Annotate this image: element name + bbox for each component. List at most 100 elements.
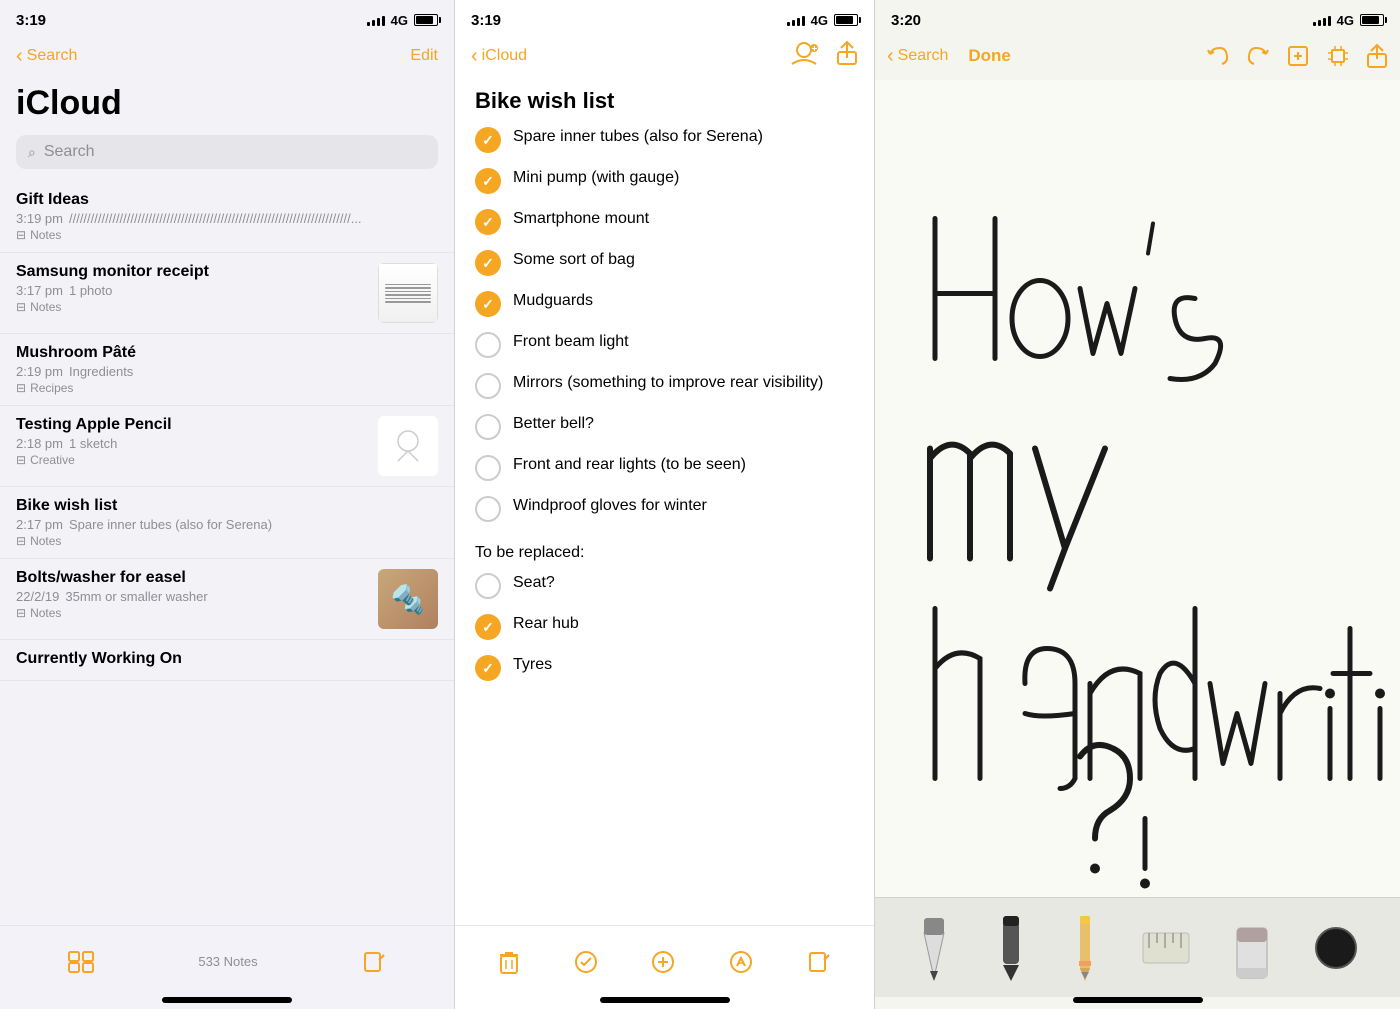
- note-item-gift-ideas[interactable]: Gift Ideas 3:19 pm /////////////////////…: [0, 181, 454, 253]
- compose-icon-mid[interactable]: [807, 950, 831, 974]
- bottom-bar-left: 533 Notes: [0, 925, 454, 997]
- search-bar[interactable]: ⌕ Search: [16, 135, 438, 169]
- pencil-tool[interactable]: [1070, 913, 1100, 983]
- new-note-button[interactable]: [362, 950, 386, 974]
- checklist-item[interactable]: ✓ Tyres: [475, 654, 854, 681]
- note-time: 3:19 pm: [16, 211, 63, 226]
- home-indicator-mid: [600, 997, 730, 1003]
- note-folder: ⊟ Creative: [16, 453, 366, 467]
- check-text: Smartphone mount: [513, 208, 854, 230]
- share-people-icon[interactable]: +: [790, 40, 820, 72]
- check-circle-checked[interactable]: ✓: [475, 250, 501, 276]
- check-circle-checked[interactable]: ✓: [475, 655, 501, 681]
- color-selector[interactable]: [1313, 925, 1359, 971]
- check-text: Mirrors (something to improve rear visib…: [513, 372, 854, 394]
- note-preview-text: 35mm or smaller washer: [65, 589, 207, 604]
- undo-icon[interactable]: [1206, 44, 1230, 68]
- nav-bar-left: ‹ Search Edit: [0, 36, 454, 80]
- note-item-bolts[interactable]: Bolts/washer for easel 22/2/19 35mm or s…: [0, 559, 454, 640]
- delete-icon[interactable]: [498, 949, 520, 975]
- redo-icon[interactable]: [1246, 44, 1270, 68]
- search-icon: ⌕: [28, 144, 36, 161]
- nav-left-right: ‹ Search Done: [887, 45, 1011, 68]
- share-icon[interactable]: [836, 40, 858, 72]
- note-folder: ⊟ Recipes: [16, 381, 438, 395]
- checklist-item[interactable]: ✓ Mini pump (with gauge): [475, 167, 854, 194]
- share-icon-right[interactable]: [1366, 43, 1388, 69]
- checklist-item[interactable]: Front and rear lights (to be seen): [475, 454, 854, 481]
- checklist-icon[interactable]: [574, 950, 598, 974]
- back-button-right[interactable]: ‹ Search: [887, 45, 948, 68]
- nav-icons-mid: +: [790, 40, 858, 72]
- check-circle-checked[interactable]: ✓: [475, 291, 501, 317]
- signal-icon-mid: [787, 14, 805, 26]
- note-preview-text: ////////////////////////////////////////…: [69, 211, 362, 226]
- note-preview-text: Ingredients: [69, 364, 133, 379]
- network-type-left: 4G: [391, 13, 408, 28]
- check-circle-checked[interactable]: ✓: [475, 168, 501, 194]
- check-circle-unchecked[interactable]: [475, 332, 501, 358]
- ruler-tool[interactable]: [1141, 913, 1191, 983]
- check-circle-unchecked[interactable]: [475, 373, 501, 399]
- check-text: Seat?: [513, 572, 854, 594]
- checklist-item[interactable]: ✓ Smartphone mount: [475, 208, 854, 235]
- checkmark-icon: ✓: [482, 660, 494, 677]
- status-icons-mid: 4G: [787, 13, 858, 28]
- checklist-item[interactable]: ✓ Rear hub: [475, 613, 854, 640]
- note-photo-count: 1 photo: [69, 283, 112, 298]
- pen-tool[interactable]: [916, 913, 952, 983]
- icloud-title: iCloud: [0, 80, 454, 131]
- transform-icon[interactable]: [1326, 44, 1350, 68]
- note-time: 3:17 pm: [16, 283, 63, 298]
- home-indicator-left: [162, 997, 292, 1003]
- note-item-mushroom[interactable]: Mushroom Pâté 2:19 pm Ingredients ⊟ Reci…: [0, 334, 454, 406]
- note-folder: ⊟ Notes: [16, 606, 366, 620]
- note-thumbnail-receipt: [378, 263, 438, 323]
- network-type-right: 4G: [1337, 13, 1354, 28]
- battery-icon-mid: [834, 14, 858, 26]
- note-item-samsung[interactable]: Samsung monitor receipt 3:17 pm 1 photo …: [0, 253, 454, 334]
- back-button-mid[interactable]: ‹ iCloud: [471, 45, 527, 68]
- status-icons-right: 4G: [1313, 13, 1384, 28]
- edit-button[interactable]: Edit: [410, 47, 438, 65]
- check-text: Mudguards: [513, 290, 854, 312]
- check-text: Windproof gloves for winter: [513, 495, 854, 517]
- handwriting-canvas[interactable]: [875, 80, 1400, 897]
- marker-tool[interactable]: [993, 913, 1029, 983]
- checklist-item[interactable]: ✓ Spare inner tubes (also for Serena): [475, 126, 854, 153]
- nav-right-right: [1206, 43, 1388, 69]
- done-button[interactable]: Done: [968, 46, 1011, 66]
- time-right: 3:20: [891, 12, 921, 29]
- add-frame-icon[interactable]: [1286, 44, 1310, 68]
- check-text: Front and rear lights (to be seen): [513, 454, 854, 476]
- note-item-bike[interactable]: Bike wish list 2:17 pm Spare inner tubes…: [0, 487, 454, 559]
- note-content: Gift Ideas 3:19 pm /////////////////////…: [16, 191, 438, 242]
- note-item-working[interactable]: Currently Working On: [0, 640, 454, 681]
- checklist-item[interactable]: ✓ Some sort of bag: [475, 249, 854, 276]
- check-circle-unchecked[interactable]: [475, 455, 501, 481]
- mid-panel: 3:19 4G ‹ iCloud +: [455, 0, 875, 1009]
- eraser-tool[interactable]: [1232, 913, 1272, 983]
- checklist-item[interactable]: Better bell?: [475, 413, 854, 440]
- folder-icon: ⊟: [16, 453, 26, 467]
- note-title: Currently Working On: [16, 650, 438, 668]
- checklist-item[interactable]: Windproof gloves for winter: [475, 495, 854, 522]
- check-circle-checked[interactable]: ✓: [475, 127, 501, 153]
- checkmark-icon: ✓: [482, 214, 494, 231]
- checklist-item[interactable]: Mirrors (something to improve rear visib…: [475, 372, 854, 399]
- back-button-left[interactable]: ‹ Search: [16, 45, 77, 68]
- check-circle-unchecked[interactable]: [475, 496, 501, 522]
- checklist-item[interactable]: Seat?: [475, 572, 854, 599]
- add-icon[interactable]: [651, 950, 675, 974]
- folders-icon[interactable]: [68, 951, 94, 973]
- check-circle-unchecked[interactable]: [475, 573, 501, 599]
- checklist-item[interactable]: ✓ Mudguards: [475, 290, 854, 317]
- check-circle-checked[interactable]: ✓: [475, 614, 501, 640]
- checklist-item[interactable]: Front beam light: [475, 331, 854, 358]
- send-icon[interactable]: [729, 950, 753, 974]
- note-item-pencil[interactable]: Testing Apple Pencil 2:18 pm 1 sketch ⊟ …: [0, 406, 454, 487]
- drawing-toolbar: [875, 897, 1400, 997]
- battery-icon-left: [414, 14, 438, 26]
- check-circle-unchecked[interactable]: [475, 414, 501, 440]
- check-circle-checked[interactable]: ✓: [475, 209, 501, 235]
